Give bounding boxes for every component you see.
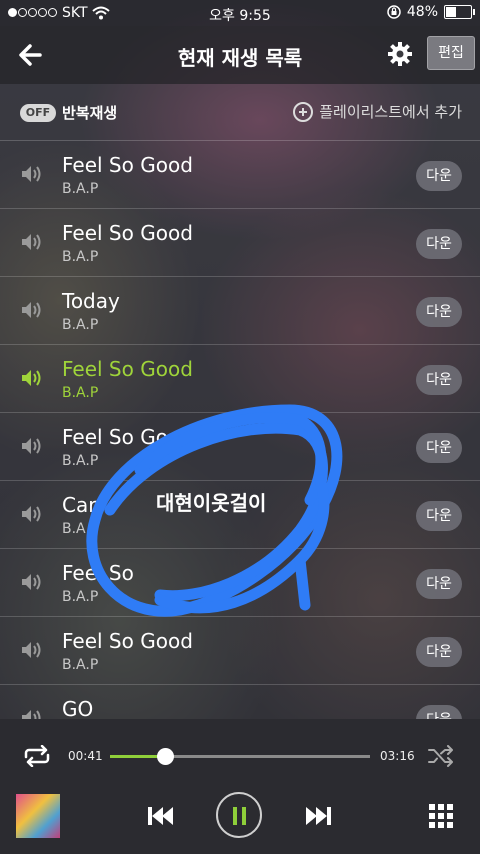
battery-percent: 48% [406,4,438,20]
battery-fill [446,7,457,17]
repeat-toggle[interactable]: OFF [20,104,56,122]
speaker-icon [20,231,42,253]
track-row[interactable]: Feel So Good B.A.P 다운 [0,209,480,277]
battery-icon [444,5,475,19]
track-artist: B.A.P [62,249,99,265]
gear-icon[interactable] [386,40,414,68]
repeat-label: 반복재생 [62,104,118,122]
download-button[interactable]: 다운 [416,705,462,719]
speaker-icon [20,707,42,719]
track-title: Feel So [62,561,134,585]
download-button[interactable]: 다운 [416,365,462,395]
edit-button[interactable]: 편집 [427,36,475,70]
annotation-text: 대현이옷걸이 [156,491,267,515]
track-row[interactable]: Feel So Goo B.A.P 다운 [0,413,480,481]
track-title: Feel So Good [62,153,193,177]
track-artist: B.A.P [62,181,99,197]
total-time: 03:16 [380,749,415,763]
pause-icon-bar-left [233,807,237,825]
speaker-icon [20,299,42,321]
progress-knob[interactable] [156,748,174,765]
speaker-icon [20,639,42,661]
download-button[interactable]: 다운 [416,297,462,327]
track-row[interactable]: Feel So Good B.A.P 다운 [0,141,480,209]
download-button[interactable]: 다운 [416,229,462,259]
pause-icon-bar-right [242,807,246,825]
download-button[interactable]: 다운 [416,637,462,667]
next-track-icon[interactable] [304,803,334,829]
add-from-playlist-label: 플레이리스트에서 추가 [319,103,462,121]
album-art-thumbnail[interactable] [16,794,60,838]
track-artist: B.A.P [62,657,99,673]
track-title: Feel So Goo [62,425,181,449]
progress-bar[interactable] [110,748,370,765]
track-row[interactable]: Today B.A.P 다운 [0,277,480,345]
track-row[interactable]: GO 다운 [0,685,480,719]
track-title: Feel So Good [62,221,193,245]
track-title: Feel So Good [62,357,193,381]
download-button[interactable]: 다운 [416,569,462,599]
track-artist: B.A [62,521,86,537]
speaker-icon [20,571,42,593]
header: 현재 재생 목록 편집 [0,26,480,84]
status-bar: SKT 오후 9:55 48% [0,0,480,26]
track-title: GO [62,697,94,719]
player-bar: 00:41 03:16 [0,719,480,854]
status-right: 48% [387,4,475,20]
track-artist: B.A.P [62,453,99,469]
track-row[interactable]: Feel So B.A.P 다운 [0,549,480,617]
track-row[interactable]: Feel So Good B.A.P 다운 [0,617,480,685]
download-button[interactable]: 다운 [416,433,462,463]
previous-track-icon[interactable] [145,803,175,829]
download-button[interactable]: 다운 [416,161,462,191]
current-time: 00:41 [68,749,103,763]
add-from-playlist-button[interactable]: 플레이리스트에서 추가 [293,101,462,122]
shuffle-icon[interactable] [428,745,454,767]
track-list: Feel So Good B.A.P 다운 Feel So Good B.A.P 다운 To… [0,141,480,719]
track-row[interactable]: Feel So Good B.A.P 다운 [0,345,480,413]
rotation-lock-icon [387,5,401,19]
track-artist: B.A.P [62,385,99,401]
repeat-icon[interactable] [22,745,52,767]
now-playing-speaker-icon [20,367,42,389]
pause-button[interactable] [216,792,262,838]
plus-circle-icon [293,101,314,122]
track-title: Today [62,289,120,313]
track-artist: B.A.P [62,589,99,605]
track-artist: B.A.P [62,317,99,333]
download-button[interactable]: 다운 [416,501,462,531]
playlist-toolbar: OFF 반복재생 플레이리스트에서 추가 [0,84,480,141]
speaker-icon [20,163,42,185]
speaker-icon [20,435,42,457]
track-title: Car [62,493,97,517]
track-title: Feel So Good [62,629,193,653]
menu-grid-icon[interactable] [428,803,454,829]
speaker-icon [20,503,42,525]
